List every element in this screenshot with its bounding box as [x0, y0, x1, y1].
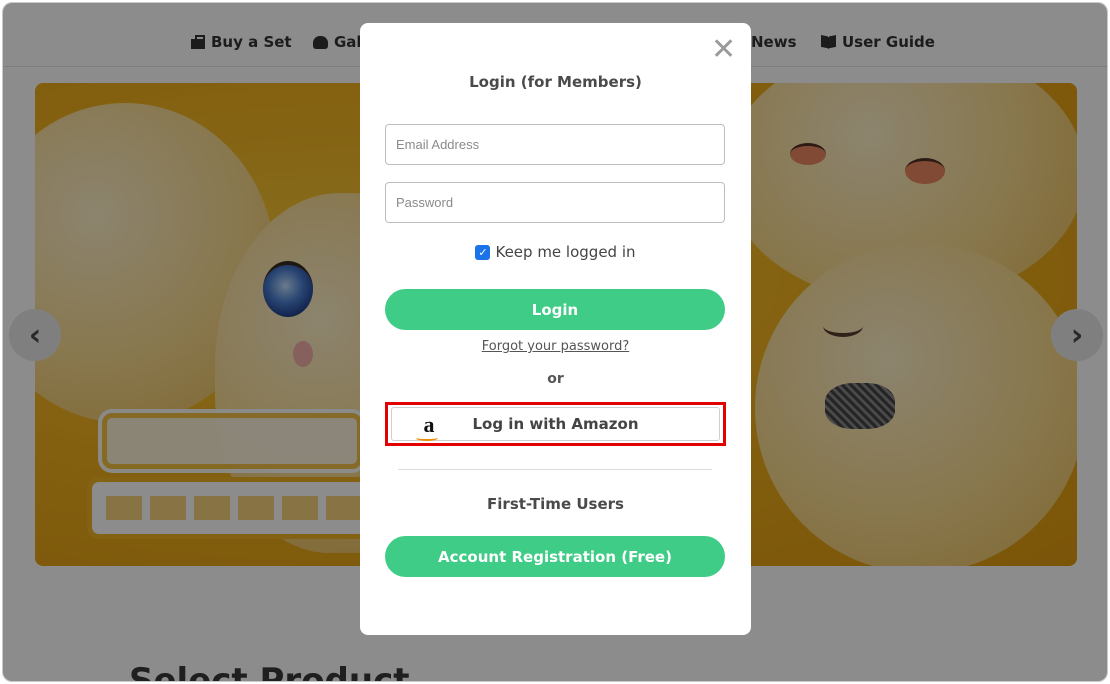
amazon-button-inner: a Log in with Amazon: [391, 407, 720, 441]
divider: [398, 469, 712, 470]
browser-frame: Buy a Set Gal News User Guide ‹ › Select…: [2, 2, 1108, 682]
login-modal: ✕ Login (for Members) ✓ Keep me logged i…: [360, 23, 751, 635]
email-input[interactable]: [385, 124, 725, 165]
amazon-login-button[interactable]: a Log in with Amazon: [385, 402, 726, 446]
close-button[interactable]: ✕: [711, 35, 736, 65]
first-time-users-heading: First-Time Users: [487, 495, 624, 513]
forgot-password-link[interactable]: Forgot your password?: [360, 339, 751, 354]
close-icon: ✕: [711, 32, 737, 67]
password-input[interactable]: [385, 182, 725, 223]
account-registration-button[interactable]: Account Registration (Free): [385, 536, 725, 577]
or-separator: or: [547, 371, 564, 387]
register-button-label: Account Registration (Free): [438, 547, 672, 566]
remember-me-checkbox[interactable]: ✓: [475, 244, 491, 260]
login-button[interactable]: Login: [385, 289, 725, 330]
amazon-button-label: Log in with Amazon: [472, 415, 639, 433]
login-button-label: Login: [531, 300, 579, 319]
remember-me-row[interactable]: ✓ Keep me logged in: [360, 243, 751, 261]
modal-title: Login (for Members): [469, 73, 642, 91]
remember-me-label: Keep me logged in: [495, 243, 636, 261]
